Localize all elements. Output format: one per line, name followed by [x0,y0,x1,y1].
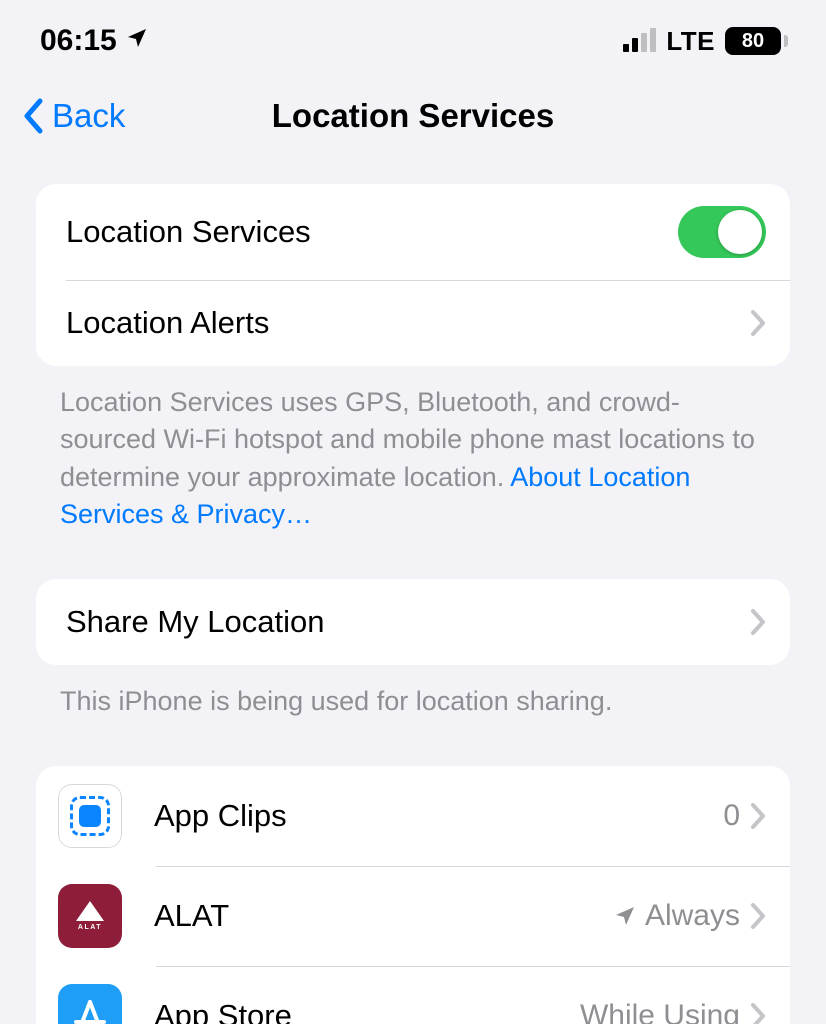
app-value: 0 [723,799,740,833]
app-row-alat[interactable]: ALAT ALAT Always [36,866,790,966]
app-name: ALAT [154,898,613,934]
chevron-right-icon [750,608,766,636]
battery-icon: 80 [725,27,788,55]
location-services-footer: Location Services uses GPS, Bluetooth, a… [60,384,766,533]
location-services-label: Location Services [66,214,678,250]
location-services-row[interactable]: Location Services [36,184,790,280]
app-clips-icon [58,784,122,848]
status-left: 06:15 [40,24,149,58]
chevron-right-icon [750,1002,766,1024]
back-label: Back [52,97,125,135]
location-alerts-label: Location Alerts [66,305,750,341]
location-settings-group: Location Services Location Alerts [36,184,790,366]
chevron-right-icon [750,902,766,930]
status-right: LTE 80 [623,26,788,57]
cellular-signal-icon [623,30,656,52]
status-bar: 06:15 LTE 80 [0,0,826,68]
share-location-footer: This iPhone is being used for location s… [60,683,766,720]
app-row-app-store[interactable]: App Store While Using [36,966,790,1024]
alat-icon: ALAT [58,884,122,948]
app-row-app-clips[interactable]: App Clips 0 [36,766,790,866]
app-name: App Clips [154,798,723,834]
page-title: Location Services [272,97,554,135]
app-value: Always [613,899,740,933]
nav-header: Back Location Services [0,76,826,156]
share-my-location-row[interactable]: Share My Location [36,579,790,665]
share-location-group: Share My Location [36,579,790,665]
chevron-right-icon [750,309,766,337]
battery-percent: 80 [742,30,764,53]
app-store-icon [58,984,122,1024]
chevron-left-icon [22,98,44,134]
app-permissions-group: App Clips 0 ALAT ALAT Always [36,766,790,1024]
share-my-location-label: Share My Location [66,604,750,640]
clock: 06:15 [40,24,117,58]
location-arrow-icon [613,904,637,928]
back-button[interactable]: Back [22,97,125,135]
app-name: App Store [154,998,580,1024]
location-alerts-row[interactable]: Location Alerts [36,280,790,366]
app-value: While Using [580,999,740,1024]
location-services-toggle[interactable] [678,206,766,258]
location-arrow-icon [125,24,149,58]
chevron-right-icon [750,802,766,830]
network-type: LTE [666,26,715,57]
